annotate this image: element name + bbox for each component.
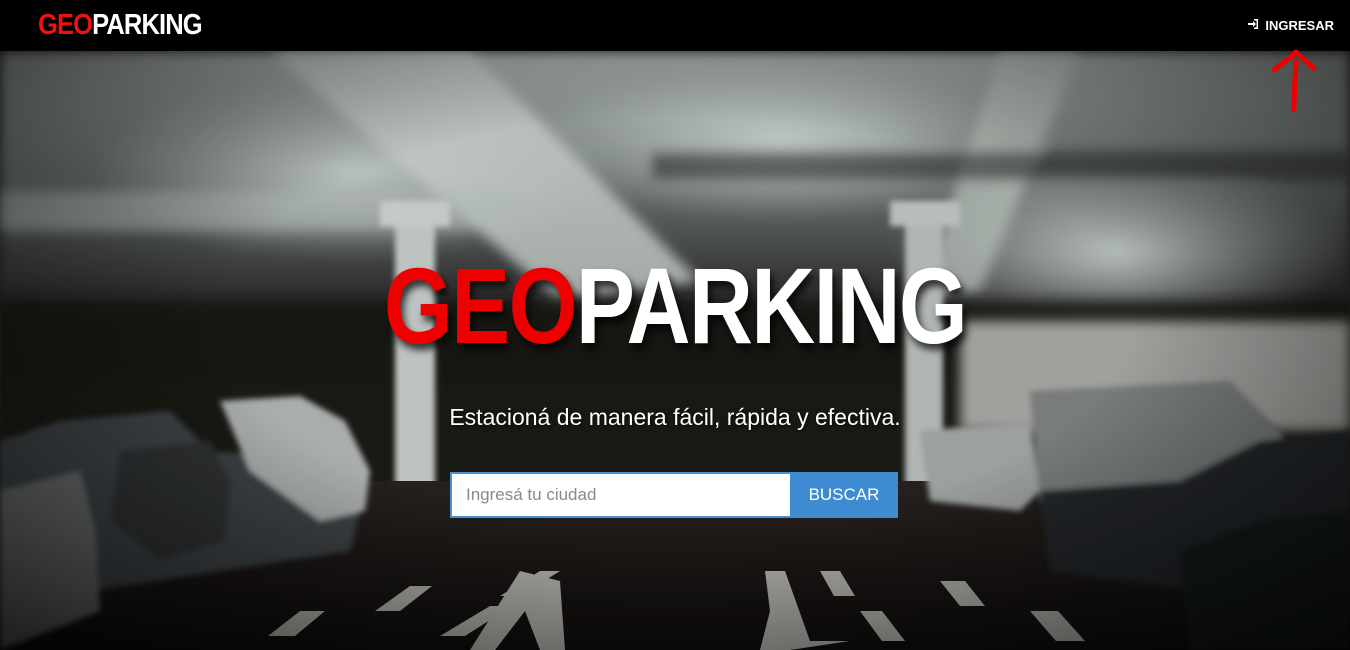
- login-link[interactable]: INGRESAR: [1247, 16, 1334, 34]
- search-button[interactable]: BUSCAR: [790, 472, 898, 518]
- hero-tagline: Estacioná de manera fácil, rápida y efec…: [449, 404, 901, 430]
- city-search-form: BUSCAR: [450, 472, 898, 518]
- sign-in-icon: [1247, 18, 1259, 33]
- hero-section: GEOPARKING Estacioná de manera fácil, rá…: [0, 51, 1350, 650]
- brand-logo-geo: GEO: [38, 9, 93, 41]
- brand-logo-parking: PARKING: [92, 9, 203, 41]
- city-search-input[interactable]: [450, 472, 790, 518]
- red-arrow-annotation: [1271, 49, 1317, 113]
- top-navbar: GEOPARKING INGRESAR: [0, 0, 1350, 51]
- hero-title: GEOPARKING: [0, 250, 1350, 362]
- brand-logo[interactable]: GEOPARKING: [38, 8, 203, 42]
- hero-title-geo: GEO: [383, 245, 578, 366]
- hero-title-parking: PARKING: [575, 245, 968, 366]
- login-label: INGRESAR: [1265, 17, 1334, 33]
